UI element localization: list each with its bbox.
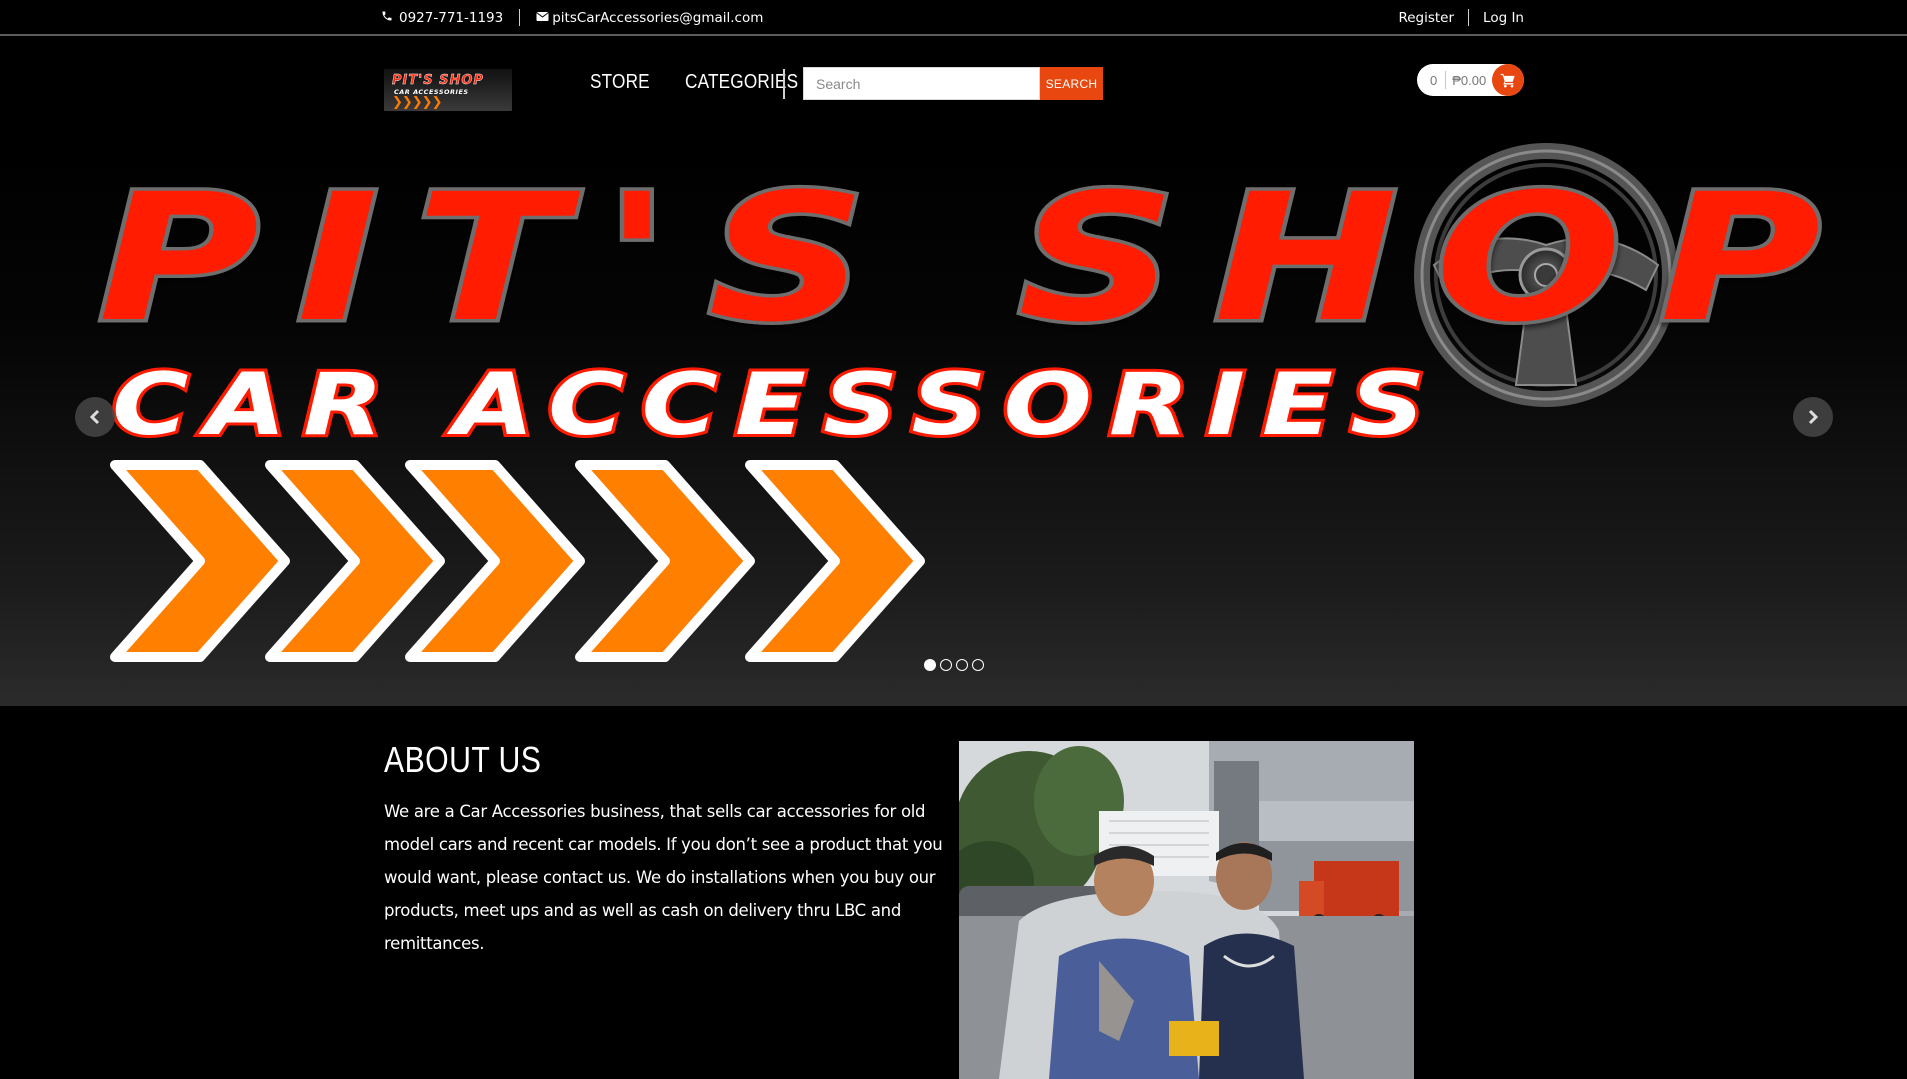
shopping-cart-icon[interactable] xyxy=(1492,64,1524,96)
nav-divider xyxy=(783,69,785,99)
slider-dot-2[interactable] xyxy=(940,659,952,671)
search-input[interactable] xyxy=(803,67,1040,100)
cart-count: 0 xyxy=(1430,72,1438,88)
search-form: SEARCH xyxy=(803,67,1103,100)
email-link[interactable]: pitsCarAccessories@gmail.com xyxy=(536,10,763,26)
main-nav: STORE CATEGORIES xyxy=(590,69,816,99)
logo-chevrons: ❯❯❯❯❯ xyxy=(392,95,442,110)
account-links: Register Log In xyxy=(1398,9,1524,26)
slider-next-button[interactable] xyxy=(1793,397,1833,437)
slider-dot-1[interactable] xyxy=(924,659,936,671)
phone-icon xyxy=(381,10,393,26)
cart-total: ₱0.00 xyxy=(1452,72,1487,88)
slider-dot-4[interactable] xyxy=(972,659,984,671)
nav-store[interactable]: STORE xyxy=(590,71,650,94)
hero-subtitle: CAR ACCESSORIES xyxy=(112,355,1442,455)
login-link[interactable]: Log In xyxy=(1483,10,1524,26)
nav-categories[interactable]: CATEGORIES xyxy=(685,71,798,94)
slider-prev-button[interactable] xyxy=(75,397,115,437)
top-bar: 0927-771-1193 pitsCarAccessories@gmail.c… xyxy=(0,0,1907,36)
separator xyxy=(1468,9,1470,26)
hero-title: PIT'S SHOP xyxy=(98,156,1858,361)
hero-banner: PIT'S SHOP CAR ACCESSORIES xyxy=(95,143,1858,662)
logo-title: PIT'S SHOP xyxy=(392,73,484,88)
about-text: We are a Car Accessories business, that … xyxy=(384,802,943,953)
contact-info: 0927-771-1193 pitsCarAccessories@gmail.c… xyxy=(381,9,763,26)
search-button[interactable]: SEARCH xyxy=(1040,67,1103,100)
about-photo xyxy=(959,741,1414,1079)
slider-dots xyxy=(924,659,984,671)
phone-link[interactable]: 0927-771-1193 xyxy=(381,10,503,26)
site-logo[interactable]: PIT'S SHOP CAR ACCESSORIES ❯❯❯❯❯ xyxy=(384,69,512,111)
email-address: pitsCarAccessories@gmail.com xyxy=(552,9,764,26)
slider-dot-3[interactable] xyxy=(956,659,968,671)
owners-photo xyxy=(959,741,1414,1079)
site-header: PIT'S SHOP CAR ACCESSORIES ❯❯❯❯❯ STORE C… xyxy=(0,38,1907,141)
chevron-right-icon xyxy=(1808,409,1819,425)
envelope-icon xyxy=(536,10,550,26)
cart-widget[interactable]: 0 ₱0.00 xyxy=(1417,64,1524,96)
register-link[interactable]: Register xyxy=(1398,10,1454,26)
about-section: ABOUT US We are a Car Accessories busine… xyxy=(0,706,1907,1079)
about-heading: ABOUT US xyxy=(384,739,542,780)
cart-separator xyxy=(1445,71,1447,89)
hero-chevrons xyxy=(110,460,925,662)
phone-number: 0927-771-1193 xyxy=(399,9,504,26)
separator xyxy=(519,9,521,26)
hero-slider: PIT'S SHOP CAR ACCESSORIES xyxy=(0,141,1907,706)
chevron-left-icon xyxy=(89,409,100,425)
